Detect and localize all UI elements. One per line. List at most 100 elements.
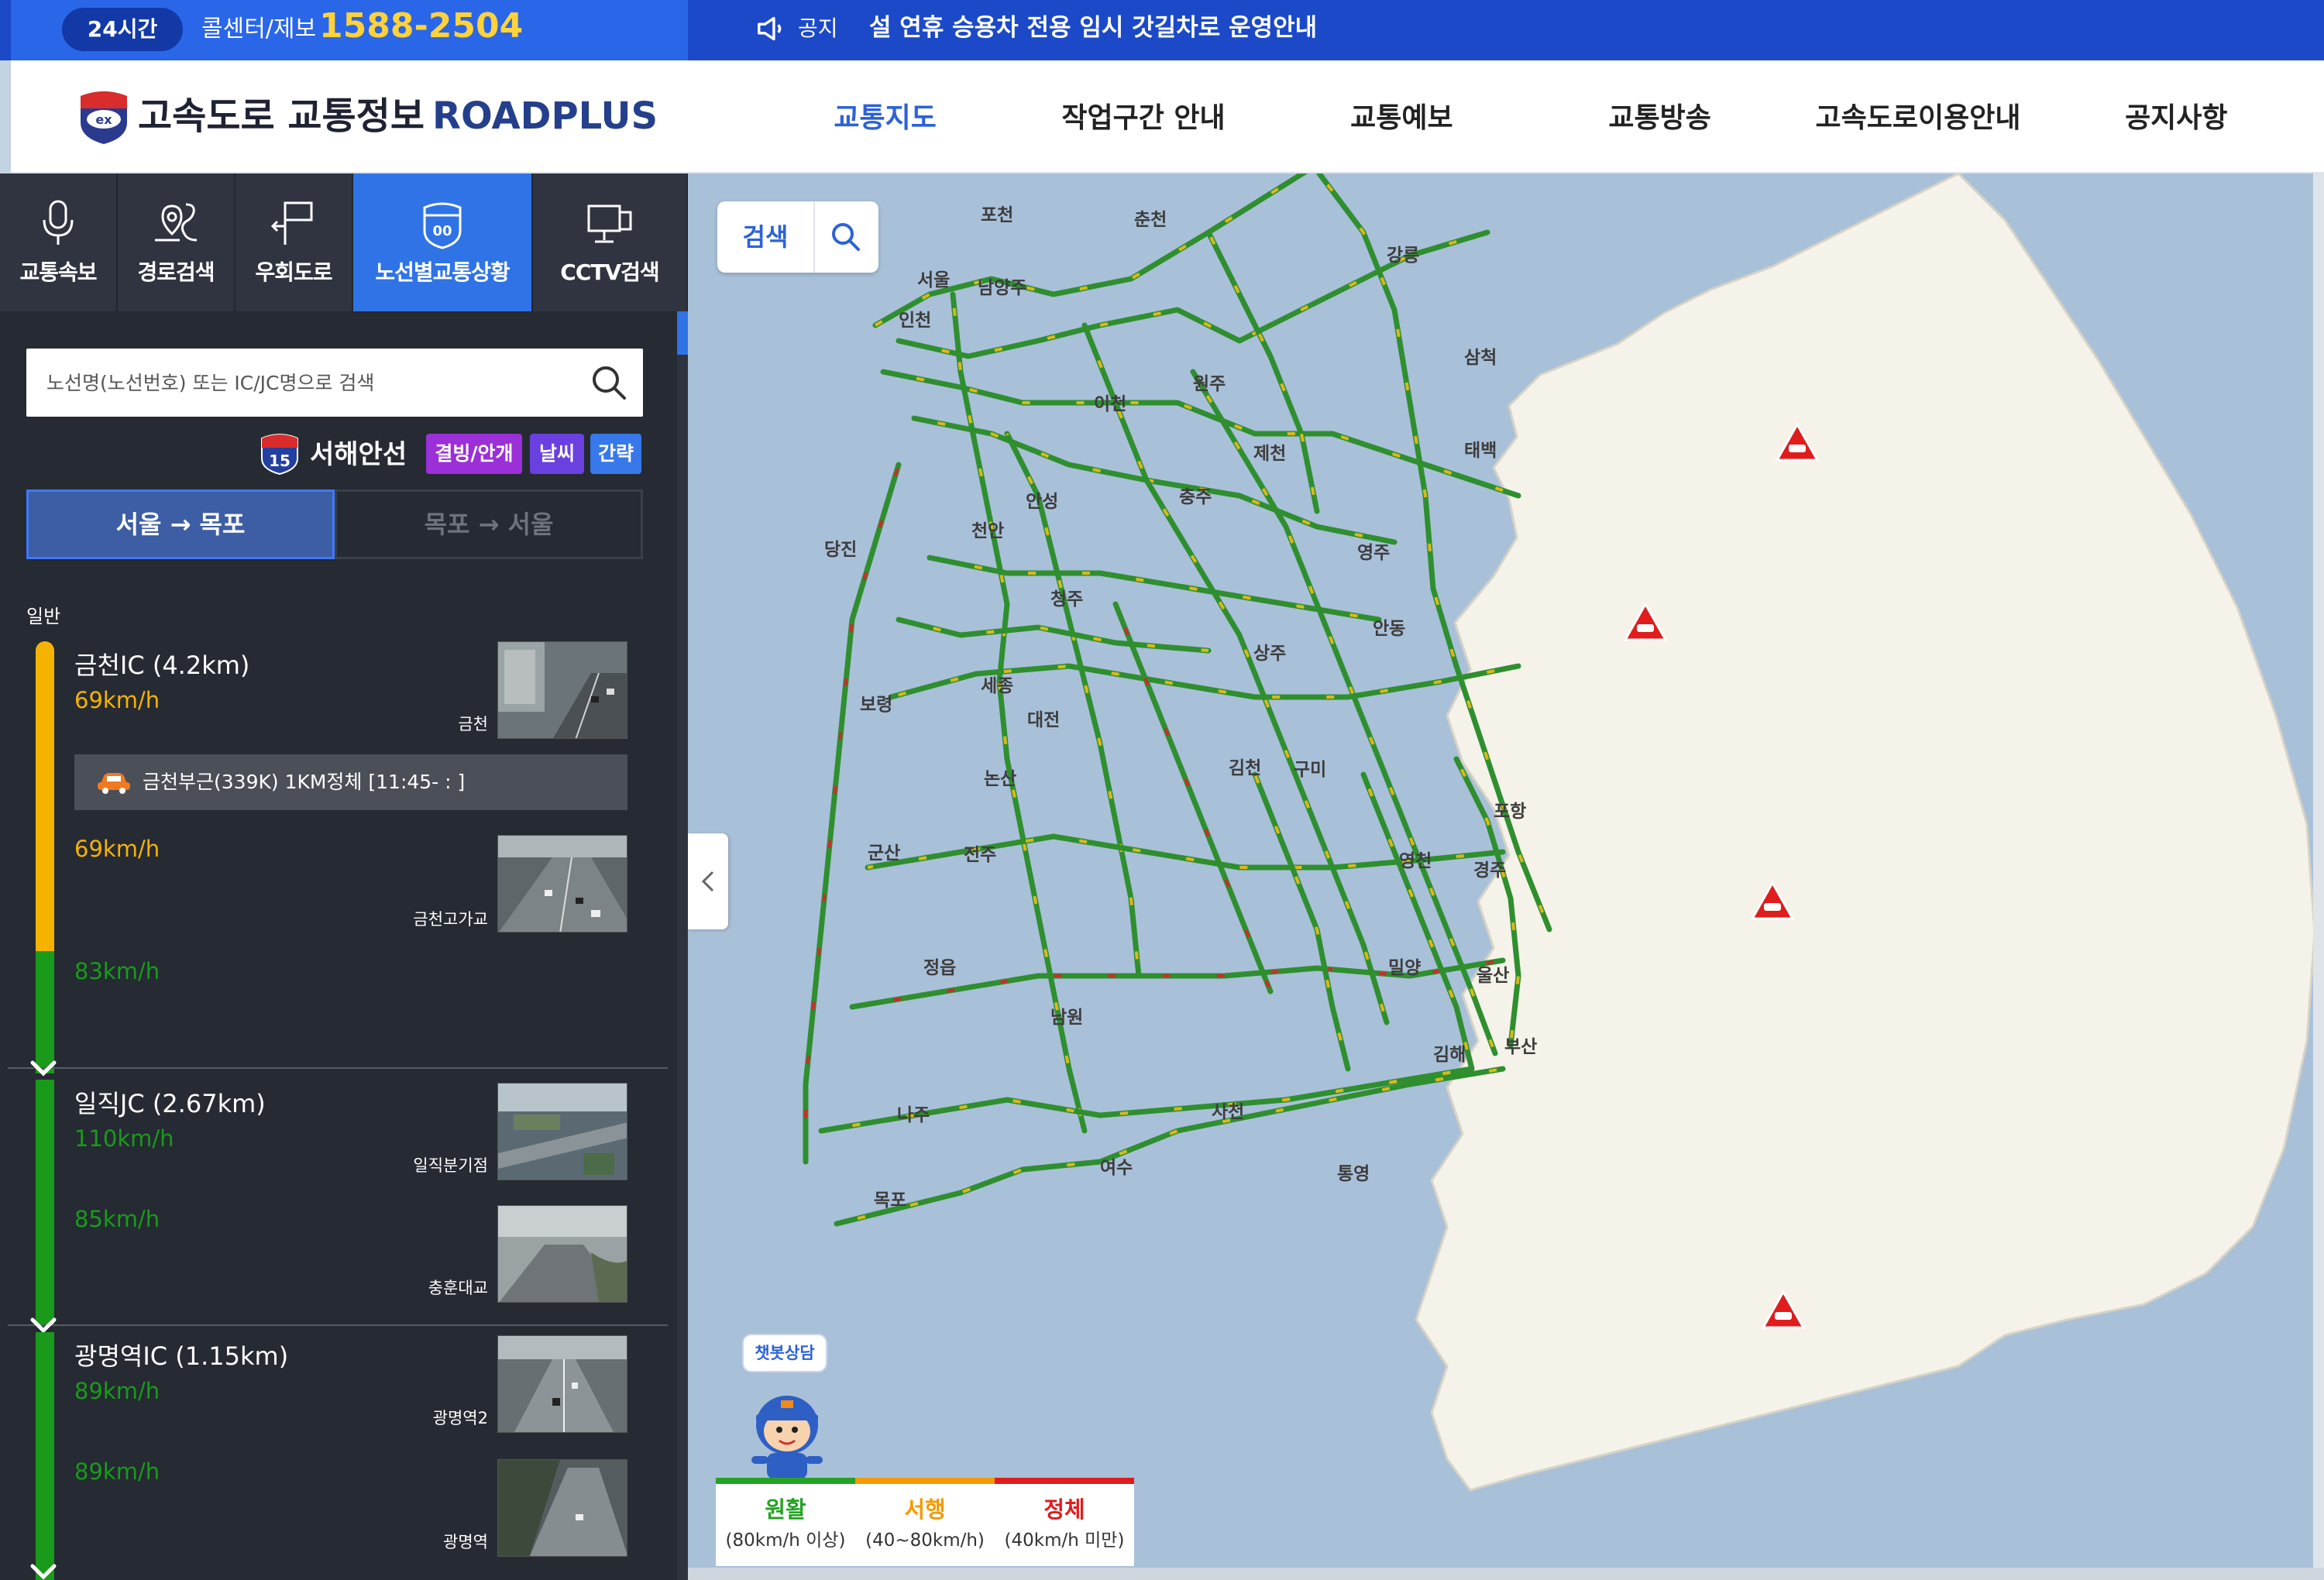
logo-brand: ROADPLUS	[432, 94, 658, 138]
ex-logo-icon[interactable]: ex	[76, 88, 132, 146]
megaphone-icon	[758, 16, 782, 41]
speed-bar	[36, 641, 54, 951]
legend-sub: (40~80km/h)	[865, 1530, 985, 1551]
svg-text:00: 00	[432, 223, 452, 239]
tab-label: 교통속보	[19, 259, 97, 285]
map-search-button[interactable]: 검색	[717, 201, 878, 273]
nav-traffic-forecast[interactable]: 교통예보	[1273, 91, 1531, 146]
divider	[8, 1324, 668, 1326]
direction-seoul-mokpo[interactable]: 서울 → 목포	[26, 489, 335, 559]
cctv-thumbnail[interactable]	[497, 835, 627, 933]
tab-route-traffic[interactable]: 00 노선별교통상황	[353, 173, 533, 311]
legend-title: 정체	[1043, 1496, 1085, 1523]
city-label: 경주	[1473, 860, 1507, 881]
incident-text: 금천부근(339K) 1KM정체 [11:45- : ]	[143, 771, 466, 793]
city-label: 통영	[1337, 1164, 1370, 1184]
cctv-label: 금천고가교	[413, 910, 488, 929]
list-item[interactable]: 광명역IC (1.15km) 89km/h 광명역2 89km/h 광명역	[0, 1332, 674, 1580]
city-label: 여수	[1100, 1158, 1133, 1178]
nav-traffic-map[interactable]: 교통지도	[756, 91, 1014, 146]
search-icon[interactable]	[587, 361, 631, 404]
speed-value: 85km/h	[74, 1206, 160, 1232]
city-label: 정읍	[923, 958, 957, 978]
cctv-thumbnail[interactable]	[497, 1459, 627, 1557]
cctv-thumbnail[interactable]	[497, 1083, 627, 1180]
ic-name: 광명역IC (1.15km)	[74, 1341, 289, 1371]
callcenter-label: 콜센터/제보	[201, 15, 317, 43]
city-label: 상주	[1253, 644, 1287, 664]
speed-bar	[36, 1080, 54, 1326]
cctv-image	[498, 1206, 627, 1302]
nav-notices[interactable]: 공지사항	[2047, 91, 2305, 146]
legend-sub: (40km/h 미만)	[1004, 1530, 1125, 1551]
nav-traffic-broadcast[interactable]: 교통방송	[1531, 91, 1789, 146]
legend-smooth: 원활 (80km/h 이상)	[716, 1478, 855, 1566]
list-item[interactable]: 일직JC (2.67km) 110km/h 일직분기점 85km/h 충훈대교	[0, 1080, 674, 1334]
route-shield-icon: 15	[261, 434, 298, 476]
cctv-image	[498, 1336, 627, 1432]
tab-traffic-news[interactable]: 교통속보	[0, 173, 118, 311]
svg-text:ex: ex	[95, 112, 112, 127]
chatbot-mascot-icon[interactable]	[741, 1382, 834, 1482]
site-logo-text[interactable]: 고속도로 교통정보 ROADPLUS	[138, 85, 658, 147]
list-item[interactable]: 금천IC (4.2km) 69km/h 금천 금천부근(339K) 1KM정체 …	[0, 641, 674, 1077]
chevron-down-icon[interactable]	[28, 1561, 59, 1580]
ice-fog-button[interactable]: 결빙/안개	[426, 434, 522, 474]
map-right-edge	[2313, 173, 2324, 1580]
city-label: 안동	[1373, 619, 1406, 639]
route-shield-icon: 00	[423, 202, 462, 249]
highway-segment	[896, 617, 1212, 654]
panel-scrollbar-track[interactable]	[677, 355, 688, 1580]
tab-label: 우회도로	[255, 259, 332, 285]
direction-mokpo-seoul[interactable]: 목포 → 서울	[335, 489, 643, 559]
city-label: 영주	[1357, 543, 1391, 563]
chevron-down-icon[interactable]	[28, 1058, 59, 1080]
cctv-thumbnail[interactable]	[497, 641, 627, 739]
traffic-map[interactable]: 속초포천춘천강릉서울남양주인천삼척원주이천태백제천충주당진안성천안영주청주안동보…	[688, 173, 2324, 1580]
top-notice-bar: 24시간 콜센터/제보 1588-2504 공지 설 연휴 승용차 전용 임시 …	[0, 0, 2324, 60]
accident-car-icon	[98, 773, 130, 794]
highway-segment	[872, 173, 1308, 328]
city-label: 서울	[917, 270, 951, 290]
route-search-input[interactable]	[26, 349, 569, 417]
cctv-thumbnail[interactable]	[497, 1205, 627, 1303]
speed-value: 69km/h	[74, 687, 160, 713]
city-label: 안성	[1026, 492, 1059, 512]
city-label: 목포	[874, 1190, 907, 1211]
tab-detour[interactable]: 우회도로	[235, 173, 353, 311]
notice-headline[interactable]: 설 연휴 승용차 전용 임시 갓길차로 운영안내	[869, 8, 1317, 48]
tab-label: CCTV검색	[560, 259, 659, 285]
divider	[8, 1067, 668, 1069]
city-label: 밀양	[1388, 958, 1422, 978]
nav-highway-guide[interactable]: 고속도로이용안내	[1789, 91, 2047, 146]
highway-slow-overlay	[804, 464, 900, 1162]
city-label: 남양주	[978, 278, 1027, 298]
callcenter-phone[interactable]: 1588-2504	[319, 3, 523, 50]
cctv-thumbnail[interactable]	[497, 1335, 627, 1433]
24h-badge: 24시간	[62, 8, 183, 51]
section-label: 일반	[26, 606, 61, 627]
city-label: 울산	[1477, 966, 1510, 986]
speed-value: 83km/h	[74, 958, 160, 984]
highway-segment	[1360, 771, 1475, 1072]
direction-toggle: 서울 → 목포 목포 → 서울	[26, 489, 643, 559]
speed-bar	[36, 1332, 54, 1580]
weather-button[interactable]: 날씨	[530, 434, 584, 474]
incident-notice[interactable]: 금천부근(339K) 1KM정체 [11:45- : ]	[74, 754, 627, 810]
tab-cctv-search[interactable]: CCTV검색	[533, 173, 688, 311]
legend-title: 원활	[765, 1496, 806, 1523]
panel-scrollbar-thumb[interactable]	[677, 311, 688, 355]
nav-work-zones[interactable]: 작업구간 안내	[1014, 91, 1272, 146]
simple-view-button[interactable]: 간략	[590, 434, 641, 474]
chatbot-label[interactable]: 챗봇상담	[742, 1334, 827, 1372]
search-icon	[832, 223, 860, 251]
city-label: 원주	[1193, 374, 1226, 394]
city-label: 포천	[981, 205, 1014, 225]
tab-route-search[interactable]: 경로검색	[118, 173, 235, 311]
city-label: 영천	[1399, 851, 1432, 871]
microphone-icon	[43, 200, 74, 245]
map-bottom-scroll	[688, 1568, 2324, 1580]
collapse-panel-button[interactable]	[688, 833, 728, 929]
chevron-left-icon	[701, 871, 714, 892]
land-mass	[1415, 173, 2316, 1492]
